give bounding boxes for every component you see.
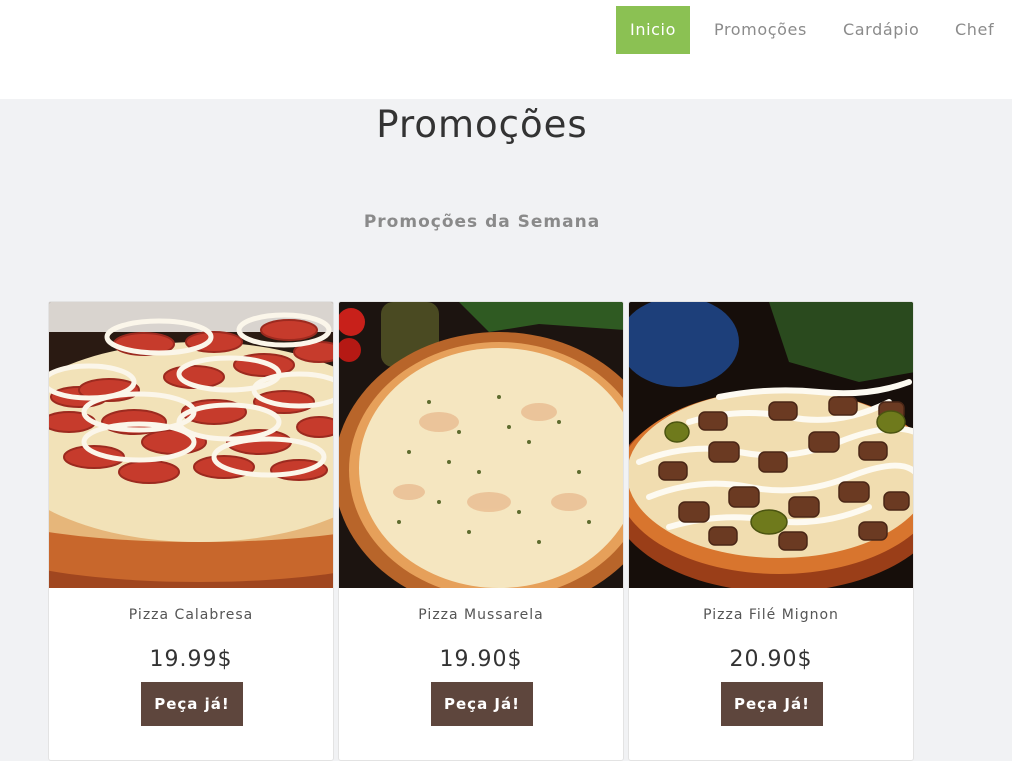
nav-item-chef[interactable]: Chef xyxy=(955,6,994,54)
page-title: Promoções xyxy=(376,103,588,146)
product-card-mussarela: Pizza Mussarela 19.90$ Peça Já! xyxy=(338,301,624,761)
nav-item-inicio[interactable]: Inicio xyxy=(616,6,690,54)
pizza-file-mignon-image xyxy=(629,302,913,588)
product-card-file-mignon: Pizza Filé Mignon 20.90$ Peça Já! xyxy=(628,301,914,761)
page-subtitle: Promoções da Semana xyxy=(363,212,601,232)
product-price: 19.99$ xyxy=(149,647,233,672)
product-name: Pizza Mussarela xyxy=(418,607,544,623)
top-navbar: Inicio Promoções Cardápio Chef xyxy=(0,0,1012,99)
order-button[interactable]: Peça já! xyxy=(141,682,243,726)
product-price: 19.90$ xyxy=(439,647,523,672)
nav-item-cardapio[interactable]: Cardápio xyxy=(843,6,919,54)
product-name: Pizza Filé Mignon xyxy=(703,607,839,623)
product-name: Pizza Calabresa xyxy=(128,607,254,623)
pizza-mussarela-image xyxy=(339,302,623,588)
order-button[interactable]: Peça Já! xyxy=(431,682,533,726)
nav-item-promocoes[interactable]: Promoções xyxy=(714,6,807,54)
order-button[interactable]: Peça Já! xyxy=(721,682,823,726)
pizza-calabresa-image xyxy=(49,302,333,588)
product-card-calabresa: Pizza Calabresa 19.99$ Peça já! xyxy=(48,301,334,761)
product-price: 20.90$ xyxy=(729,647,813,672)
